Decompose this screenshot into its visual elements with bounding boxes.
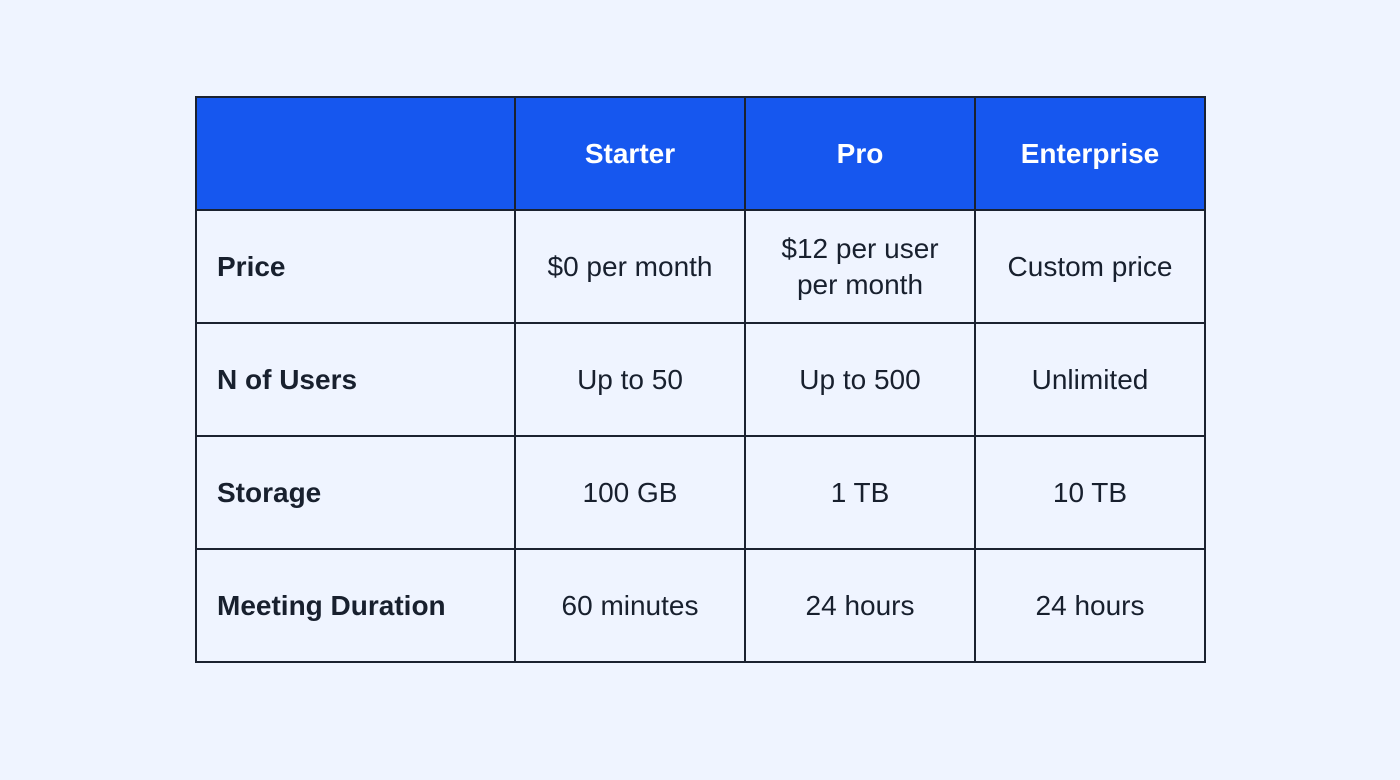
- cell-enterprise: 24 hours: [974, 548, 1206, 663]
- cell-enterprise: 10 TB: [974, 435, 1206, 550]
- cell-pro: 1 TB: [744, 435, 976, 550]
- row-label: Meeting Duration: [195, 548, 516, 663]
- header-row: Starter Pro Enterprise: [195, 96, 1206, 211]
- row-label: Storage: [195, 435, 516, 550]
- cell-pro: Up to 500: [744, 322, 976, 437]
- row-label: N of Users: [195, 322, 516, 437]
- cell-starter: $0 per month: [514, 209, 746, 324]
- cell-pro: 24 hours: [744, 548, 976, 663]
- header-enterprise: Enterprise: [974, 96, 1206, 211]
- table-row: Storage 100 GB 1 TB 10 TB: [195, 435, 1206, 550]
- cell-starter: Up to 50: [514, 322, 746, 437]
- table-row: N of Users Up to 50 Up to 500 Unlimited: [195, 322, 1206, 437]
- cell-enterprise: Custom price: [974, 209, 1206, 324]
- table-row: Price $0 per month $12 per user per mont…: [195, 209, 1206, 324]
- table-row: Meeting Duration 60 minutes 24 hours 24 …: [195, 548, 1206, 663]
- cell-pro-text: $12 per user per month: [781, 232, 939, 300]
- header-empty-cell: [195, 96, 516, 211]
- cell-enterprise: Unlimited: [974, 322, 1206, 437]
- header-pro: Pro: [744, 96, 976, 211]
- row-label: Price: [195, 209, 516, 324]
- pricing-comparison-table: Starter Pro Enterprise Price $0 per mont…: [195, 96, 1206, 663]
- cell-starter: 100 GB: [514, 435, 746, 550]
- header-starter: Starter: [514, 96, 746, 211]
- cell-pro: $12 per user per month: [744, 209, 976, 324]
- cell-starter: 60 minutes: [514, 548, 746, 663]
